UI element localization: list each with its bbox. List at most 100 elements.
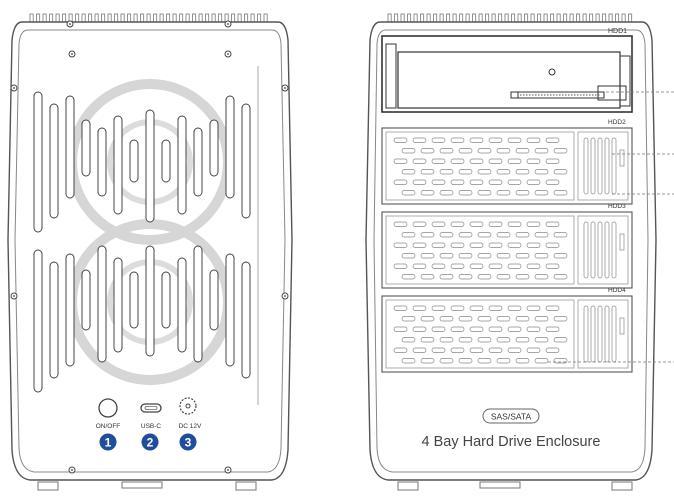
vent-slot bbox=[225, 95, 235, 199]
vent-tooth bbox=[537, 13, 542, 23]
vent-tooth bbox=[524, 13, 529, 23]
vent-tooth bbox=[543, 13, 548, 23]
vent-tooth bbox=[478, 13, 483, 23]
dc-jack bbox=[179, 397, 197, 415]
vent-slot bbox=[209, 119, 219, 177]
vent-slot bbox=[49, 103, 59, 219]
screw-center bbox=[227, 53, 229, 55]
vent-tooth bbox=[29, 13, 34, 23]
vent-tooth bbox=[400, 13, 405, 23]
screw-center bbox=[69, 23, 71, 25]
vent-tooth bbox=[387, 13, 392, 23]
vent-tooth bbox=[472, 13, 477, 23]
vent-slot bbox=[113, 115, 123, 215]
vent-slot bbox=[161, 139, 171, 183]
vent-tooth bbox=[550, 13, 555, 23]
vent-slot bbox=[113, 257, 123, 353]
vent-slot bbox=[97, 245, 107, 363]
rear-panel: ON/OFF 1 USB-C 2 DC 12V 3 bbox=[7, 13, 293, 491]
vent-slot bbox=[241, 261, 251, 379]
vent-tooth bbox=[465, 13, 470, 23]
vent-tooth bbox=[413, 13, 418, 23]
vent-slot bbox=[65, 95, 75, 199]
vent-tooth bbox=[153, 13, 158, 23]
vent-tooth bbox=[426, 13, 431, 23]
vent-slot bbox=[129, 139, 139, 183]
vent-tooth bbox=[94, 13, 99, 23]
vent-slot bbox=[241, 103, 251, 219]
tray-frame bbox=[381, 295, 633, 373]
diagram-canvas: ON/OFF 1 USB-C 2 DC 12V 3 HDD1 HDD2HDD3H… bbox=[7, 13, 674, 491]
bay-label: HDD3 bbox=[608, 203, 626, 210]
vent-tooth bbox=[81, 13, 86, 23]
vent-tooth bbox=[615, 13, 620, 23]
vent-slot bbox=[65, 253, 75, 367]
port-number: 1 bbox=[105, 436, 112, 450]
vent-tooth bbox=[244, 13, 249, 23]
vent-tooth bbox=[88, 13, 93, 23]
vent-tooth bbox=[257, 13, 262, 23]
vent-tooth bbox=[498, 13, 503, 23]
vent-slot bbox=[193, 245, 203, 363]
power-button bbox=[98, 398, 118, 418]
vent-slot bbox=[145, 109, 155, 223]
tray-frame bbox=[381, 127, 633, 205]
front-panel: HDD1 HDD2 HDD3 HDD4 SAS/SATA 4 Bay Hard Dr… bbox=[365, 13, 674, 491]
drive-trays: HDD2 HDD3 HDD4 bbox=[381, 119, 633, 373]
vent-tooth bbox=[55, 13, 60, 23]
vent-tooth bbox=[595, 13, 600, 23]
port-number: 2 bbox=[147, 436, 154, 450]
vent-tooth bbox=[42, 13, 47, 23]
vent-tooth bbox=[569, 13, 574, 23]
vent-tooth bbox=[504, 13, 509, 23]
foot bbox=[611, 481, 633, 491]
vent-tooth bbox=[511, 13, 516, 23]
vent-slot bbox=[33, 91, 43, 233]
vent-tooth bbox=[563, 13, 568, 23]
vent-tooth bbox=[485, 13, 490, 23]
vent-tooth bbox=[589, 13, 594, 23]
vent-tooth bbox=[114, 13, 119, 23]
screw-center bbox=[71, 53, 73, 55]
dc-12v-label: DC 12V bbox=[179, 423, 202, 430]
port-number: 3 bbox=[185, 436, 192, 450]
screw-center bbox=[284, 87, 286, 89]
vent-tooth bbox=[582, 13, 587, 23]
foot bbox=[121, 481, 163, 489]
vent-tooth bbox=[608, 13, 613, 23]
vent-tooth bbox=[459, 13, 464, 23]
vent-tooth bbox=[420, 13, 425, 23]
screw-center bbox=[284, 295, 286, 297]
vent-tooth bbox=[107, 13, 112, 23]
foot bbox=[479, 481, 521, 489]
vent-tooth bbox=[394, 13, 399, 23]
screw-center bbox=[227, 23, 229, 25]
bay-label: HDD1 bbox=[608, 28, 627, 35]
vent-tooth bbox=[231, 13, 236, 23]
vent-tooth bbox=[491, 13, 496, 23]
foot bbox=[235, 481, 257, 491]
vent-tooth bbox=[198, 13, 203, 23]
top-vent-teeth bbox=[29, 13, 268, 23]
vent-tooth bbox=[127, 13, 132, 23]
vent-tooth bbox=[179, 13, 184, 23]
bay-hdd4: HDD4 bbox=[381, 287, 633, 373]
vent-slot bbox=[33, 249, 43, 393]
vent-tooth bbox=[166, 13, 171, 23]
vent-tooth bbox=[602, 13, 607, 23]
vent-slot bbox=[177, 115, 187, 215]
vent-tooth bbox=[211, 13, 216, 23]
vent-tooth bbox=[263, 13, 268, 23]
vent-slot bbox=[97, 127, 107, 197]
vent-tooth bbox=[439, 13, 444, 23]
vent-tooth bbox=[407, 13, 412, 23]
screw-center bbox=[71, 469, 73, 471]
screw-center bbox=[13, 295, 15, 297]
vent-slot bbox=[161, 271, 171, 329]
vent-tooth bbox=[530, 13, 535, 23]
vent-tooth bbox=[517, 13, 522, 23]
vent-tooth bbox=[556, 13, 561, 23]
vent-slot bbox=[177, 257, 187, 353]
vent-tooth bbox=[75, 13, 80, 23]
bay-hdd3: HDD3 bbox=[381, 203, 633, 289]
